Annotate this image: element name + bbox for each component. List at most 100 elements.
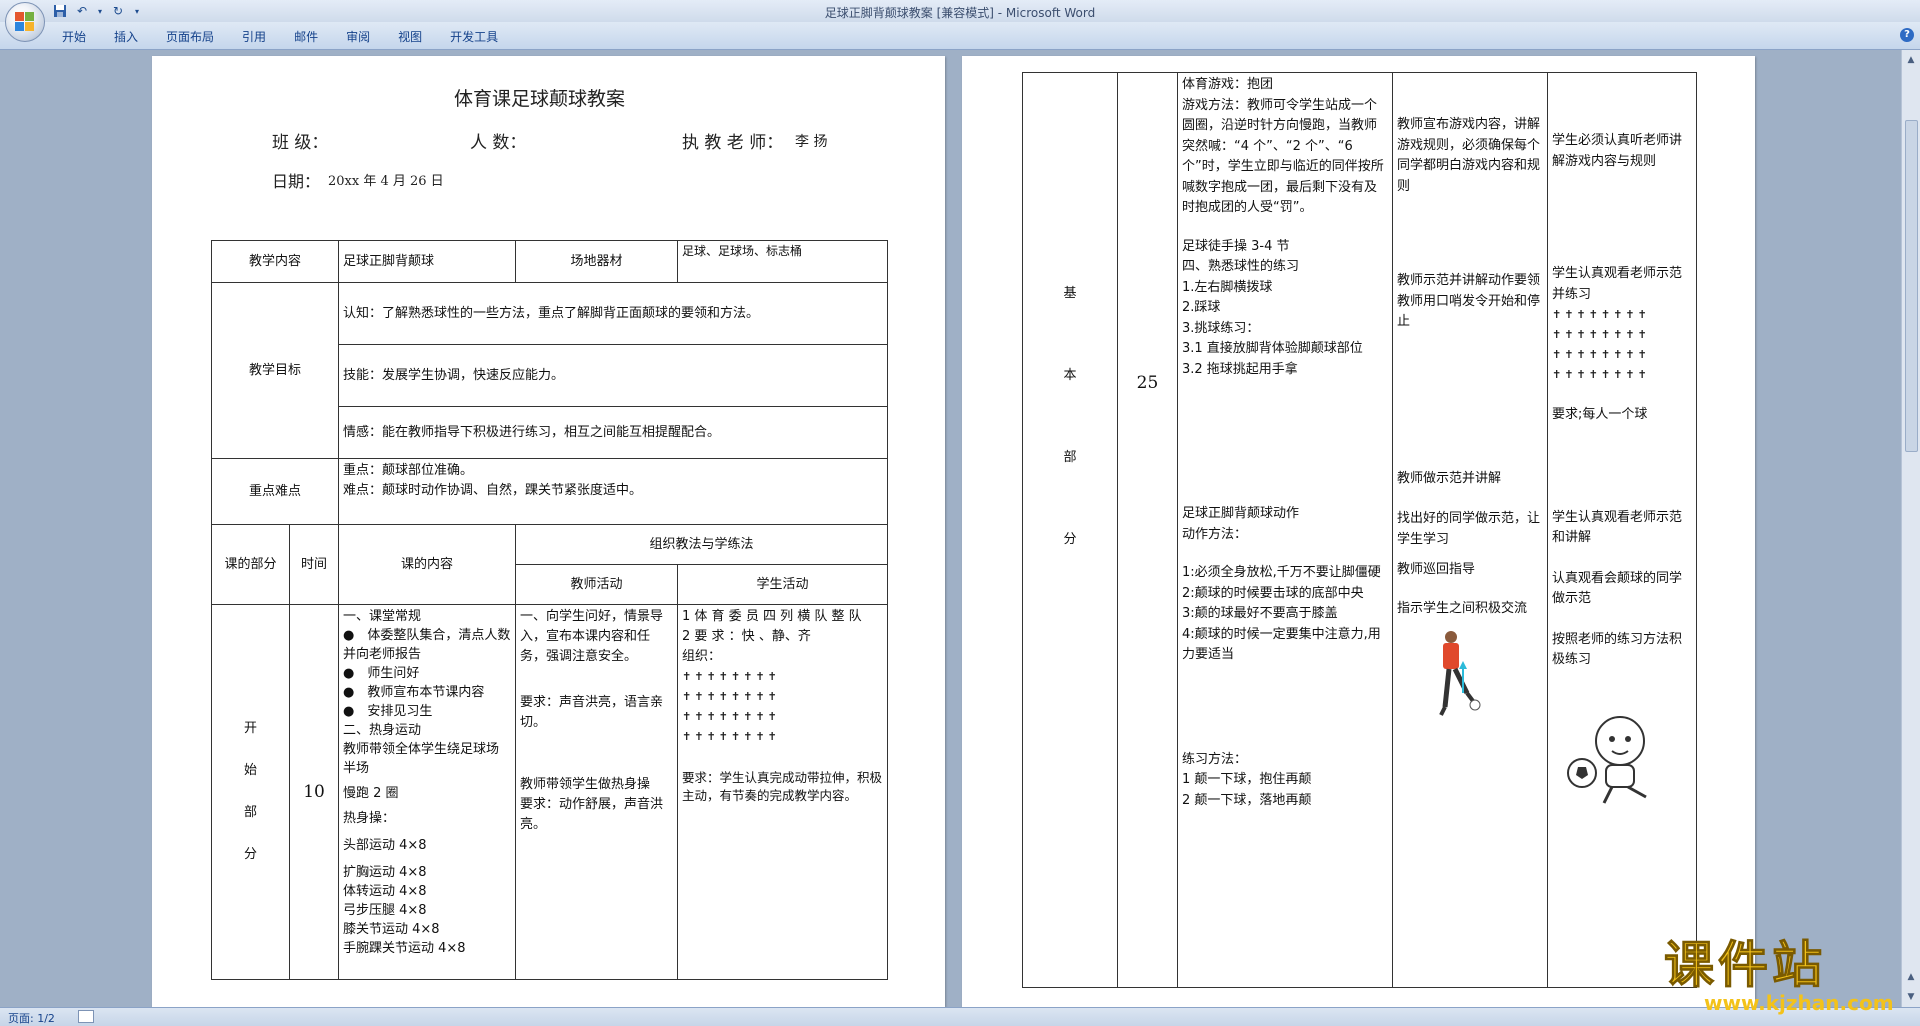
start-teacher-activity: 一、向学生问好，情景导入，宣布本课内容和任务，强调注意安全。 (520, 609, 664, 664)
page-count-status[interactable]: 页面: 1/2 (8, 1010, 55, 1026)
page-2: 基 本 部 分 25 体育游戏：抱团 游戏方法：教师可令学生站成一个圆圈，沿逆时… (962, 56, 1755, 1007)
basic-content-line: 1:必须全身放松,千万不要让脚僵硬 (1182, 565, 1381, 580)
tab-review[interactable]: 审阅 (332, 28, 384, 46)
basic-content-line: 3.2 拖球挑起用手拿 (1182, 361, 1298, 377)
venue-value: 足球、足球场、标志桶 (677, 240, 889, 283)
basic-content-line: 1.左右脚横拨球 (1182, 279, 1273, 295)
site-watermark: 课件站 www.kjzhan.com (1664, 925, 1909, 1016)
customize-toolbar-icon[interactable]: ▾ (132, 3, 142, 19)
undo-icon[interactable]: ↶ (74, 3, 90, 19)
scroll-up-icon[interactable]: ▲ (1905, 54, 1917, 66)
basic-content-line: 2.踩球 (1182, 300, 1221, 315)
vertical-scrollbar[interactable]: ▲ ▲ ▼ (1901, 50, 1920, 1007)
basic-teacher-activity: 指示学生之间积极交流 (1397, 600, 1528, 616)
basic-part-char: 本 (1063, 368, 1077, 383)
basic-time: 25 (1117, 72, 1178, 988)
basic-student-activity: 学生认真观看老师示范并练习 (1552, 266, 1683, 302)
start-student-activity: 2 要 求 ：快 、静、齐 (682, 629, 811, 644)
basic-student-activity: 认真观看会颠球的同学做示范 (1552, 570, 1683, 607)
start-content-line: ● 教师宣布本节课内容 (343, 685, 485, 700)
start-part-char: 开 (243, 721, 257, 736)
start-content-line: 扩胸运动 4×8 (343, 865, 427, 880)
basic-content-line: 足球徒手操 3-4 节 (1182, 238, 1290, 254)
difficult-point: 难点：颠球时动作协调、自然，踝关节紧张度适中。 (343, 483, 643, 498)
basic-student-activity: 学生必须认真听老师讲解游戏内容与规则 (1552, 133, 1683, 169)
date-label: 日期： (272, 172, 321, 191)
basic-student-activity: 学生认真观看老师示范和讲解 (1552, 509, 1683, 546)
tab-mailings[interactable]: 邮件 (280, 28, 332, 46)
basic-content-line: 游戏方法：教师可令学生站成一个圆圈，沿逆时针方向慢跑，当教师突然喊：“4 个”、… (1182, 97, 1384, 216)
tab-developer[interactable]: 开发工具 (436, 28, 512, 46)
student-activity-label: 学生活动 (677, 564, 889, 605)
start-time: 10 (288, 604, 340, 980)
start-student-activity: 组织： (682, 649, 722, 664)
key-point: 重点：颠球部位准确。 (343, 463, 474, 478)
start-part-char: 分 (243, 847, 257, 862)
teacher-activity-label: 教师活动 (515, 564, 679, 605)
lesson-content-label: 课的内容 (338, 524, 517, 605)
objectives-label: 教学目标 (210, 282, 340, 459)
status-bar: 页面: 1/2 (0, 1007, 1920, 1026)
basic-content-line: 动作方法： (1182, 526, 1248, 542)
start-part-char: 始 (243, 763, 257, 778)
basic-teacher-activity: 教师示范并讲解动作要领 (1397, 273, 1541, 288)
start-content-line: 弓步压腿 4×8 (343, 903, 427, 918)
save-icon[interactable] (52, 3, 68, 19)
org-method-label: 组织教法与学练法 (515, 524, 889, 565)
tab-page-layout[interactable]: 页面布局 (152, 28, 228, 46)
scrollbar-thumb[interactable] (1905, 120, 1918, 452)
basic-part-char: 基 (1063, 286, 1077, 301)
redo-icon[interactable]: ↻ (110, 3, 126, 19)
student-formation-row: ✝✝✝✝✝✝✝✝ (682, 670, 780, 683)
content-value: 足球正脚背颠球 (338, 240, 517, 283)
start-teacher-activity: 要求：声音洪亮，语言亲切。 (520, 695, 664, 730)
start-student-activity: 要求：学生认真完成动带拉伸，积极主动，有节奏的完成教学内容。 (682, 770, 883, 803)
tab-insert[interactable]: 插入 (100, 28, 152, 46)
start-part-cell: 开 始 部 分 (211, 604, 290, 980)
basic-content-line: 四、熟悉球性的练习 (1182, 259, 1300, 274)
count-label: 人 数： (470, 133, 527, 153)
basic-part-char: 分 (1063, 532, 1077, 547)
lesson-table: 教学内容 足球正脚背颠球 场地器材 足球、足球场、标志桶 教学目标 认知：了解熟… (210, 240, 889, 980)
start-teacher-activity: 教师带领学生做热身操 (520, 777, 651, 792)
undo-dropdown-icon[interactable]: ▾ (96, 3, 104, 19)
basic-content-line: 3.1 直接放脚背体验脚颠球部位 (1182, 341, 1363, 356)
teacher-name: 李 扬 (795, 134, 828, 150)
tab-view[interactable]: 视图 (384, 28, 436, 46)
class-label: 班 级： (272, 133, 329, 153)
help-icon[interactable]: ? (1900, 28, 1914, 42)
start-content-line: ● 体委整队集合，清点人数并向老师报告 (343, 628, 511, 662)
start-content-line: 一、课堂常规 (343, 609, 422, 624)
ribbon-tabs: 开始 插入 页面布局 引用 邮件 审阅 视图 开发工具 (48, 28, 512, 46)
start-content-line: 头部运动 4×8 (343, 838, 427, 853)
student-formation-row: ✝✝✝✝✝✝✝✝ (1552, 348, 1650, 361)
start-part-char: 部 (243, 805, 257, 820)
venue-label: 场地器材 (515, 240, 679, 283)
cartoon-kid-kicking-illustration (1567, 715, 1647, 804)
start-content-line: 体转运动 4×8 (343, 884, 427, 899)
basic-content-line: 练习方法： (1182, 751, 1248, 767)
start-content-line: 热身操： (343, 811, 396, 826)
basic-teacher-activity: 教师用口哨发令开始和停止 (1397, 293, 1541, 330)
objective-emotion: 情感：能在教师指导下积极进行练习，相互之间能互相提醒配合。 (338, 406, 889, 459)
tab-references[interactable]: 引用 (228, 28, 280, 46)
tab-home[interactable]: 开始 (48, 28, 100, 46)
office-logo-icon (15, 12, 35, 32)
student-formation-row: ✝✝✝✝✝✝✝✝ (1552, 308, 1650, 321)
student-formation-row: ✝✝✝✝✝✝✝✝ (682, 710, 780, 723)
basic-content-line: 体育游戏：抱团 (1182, 77, 1274, 92)
lesson-table-continued: 基 本 部 分 25 体育游戏：抱团 游戏方法：教师可令学生站成一个圆圈，沿逆时… (1022, 72, 1697, 988)
proofing-icon[interactable] (78, 1010, 94, 1023)
start-content-line: 二、热身运动 (343, 723, 422, 738)
basic-teacher-activity: 找出好的同学做示范，让学生学习 (1397, 511, 1541, 547)
start-student-activity: 1 体 育 委 员 四 列 横 队 整 队 (682, 609, 862, 624)
start-content-line: 教师带领全体学生绕足球场半场 (343, 742, 500, 776)
start-content-line: 慢跑 2 圈 (343, 786, 399, 801)
basic-student-activity: 要求;每人一个球 (1552, 407, 1648, 422)
basic-content-line: 2 颠一下球，落地再颠 (1182, 792, 1312, 808)
ribbon: 开始 插入 页面布局 引用 邮件 审阅 视图 开发工具 ? (0, 22, 1920, 50)
office-button[interactable] (5, 2, 45, 42)
page-1: 体育课足球颠球教案 班 级： 人 数： 执 教 老 师： 李 扬 日期： 20x… (152, 56, 945, 1007)
student-formation-row: ✝✝✝✝✝✝✝✝ (682, 730, 780, 743)
basic-content-line: 2:颠球的时候要击球的底部中央 (1182, 585, 1364, 601)
